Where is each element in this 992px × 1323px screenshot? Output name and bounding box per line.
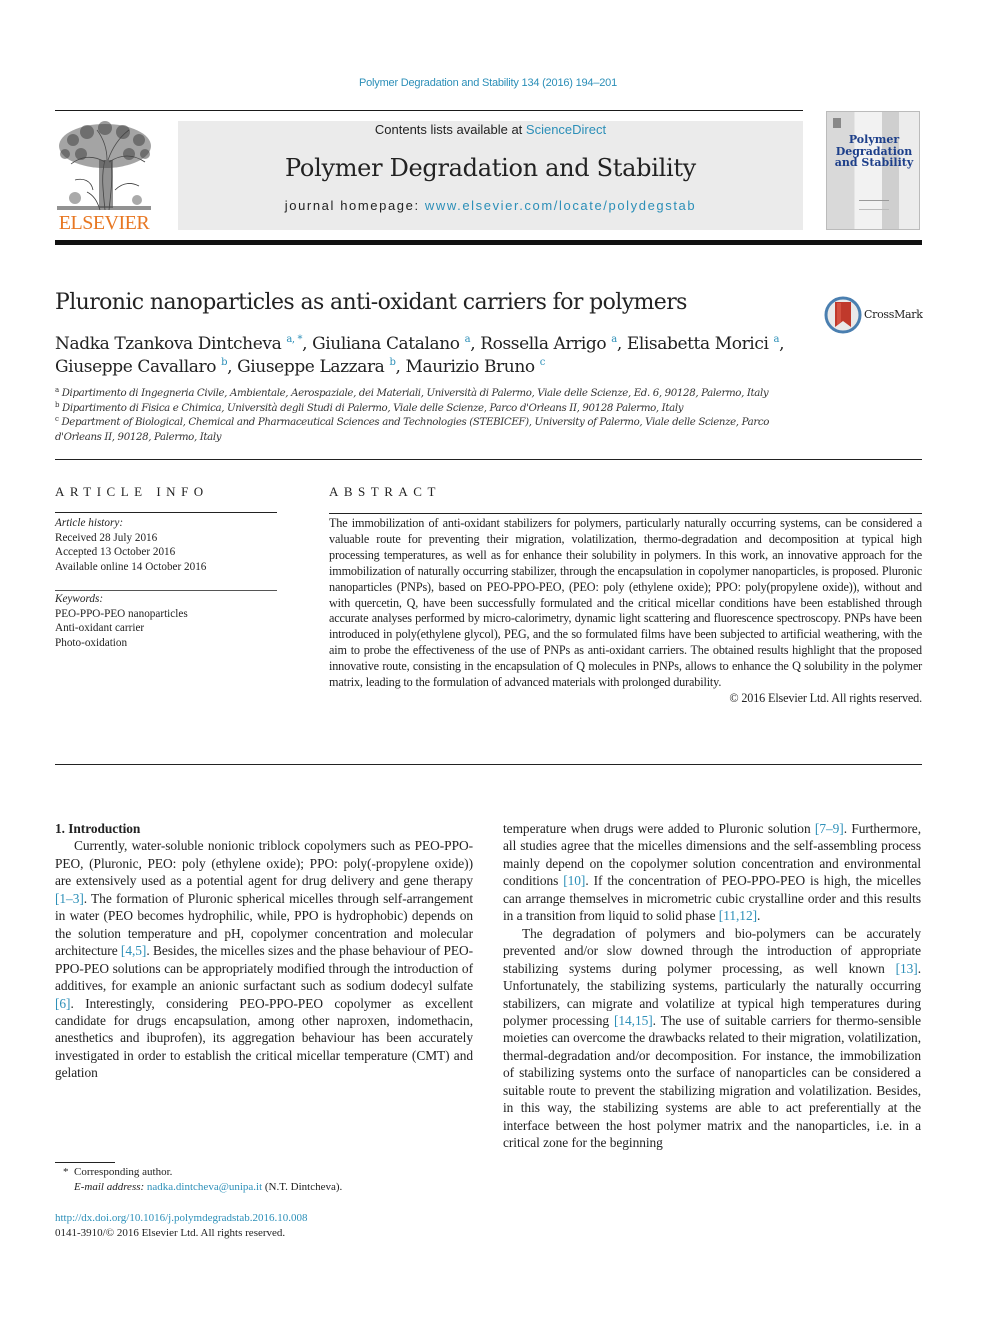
author[interactable]: Giuseppe Cavallaro b <box>55 357 227 377</box>
doi-link[interactable]: http://dx.doi.org/10.1016/j.polymdegrads… <box>55 1212 307 1224</box>
journal-homepage-link[interactable]: www.elsevier.com/locate/polydegstab <box>425 198 696 213</box>
article-info-divider <box>55 512 277 513</box>
issn-copyright: 0141-3910/© 2016 Elsevier Ltd. All right… <box>55 1227 286 1239</box>
elsevier-wordmark: ELSEVIER <box>58 212 150 234</box>
running-head[interactable]: Polymer Degradation and Stability 134 (2… <box>0 77 976 89</box>
author[interactable]: Rossella Arrigo a <box>480 334 617 354</box>
elsevier-tree-icon <box>57 121 151 211</box>
body-paragraph: Currently, water-soluble nonionic triblo… <box>55 838 474 1081</box>
footnote-star: * <box>63 1166 69 1178</box>
affiliation: b Dipartimento di Fisica e Chimica, Univ… <box>55 400 684 414</box>
abstract: The immobilization of anti-oxidant stabi… <box>329 516 922 707</box>
keywords-label: Keywords: <box>55 593 104 605</box>
keyword: Anti-oxidant carrier <box>55 622 145 635</box>
homepage-line: journal homepage: www.elsevier.com/locat… <box>178 198 803 213</box>
abstract-divider <box>329 513 922 514</box>
history-accepted: Accepted 13 October 2016 <box>55 546 176 559</box>
header-thick-rule <box>55 240 922 245</box>
corresponding-line: * Corresponding author. <box>63 1166 173 1178</box>
body-paragraph-continued: temperature when drugs were added to Plu… <box>503 821 921 924</box>
article-history: Article history: Received 28 July 2016 A… <box>55 516 280 574</box>
contents-prefix: Contents lists available at <box>374 122 526 137</box>
journal-cover-thumbnail[interactable]: Polymer Degradation and Stability <box>826 111 920 230</box>
citation-link[interactable]: [1–3] <box>55 891 84 906</box>
crossmark-label: CrossMark <box>864 308 923 321</box>
citation-link[interactable]: [6] <box>55 996 71 1011</box>
main-divider <box>55 764 922 765</box>
citation-link[interactable]: [11,12] <box>719 908 757 923</box>
article-history-label: Article history: <box>55 517 124 529</box>
header-top-rule <box>55 110 803 111</box>
contents-line: Contents lists available at ScienceDirec… <box>178 122 803 137</box>
author-list: Nadka Tzankova Dintcheva a, *, Giuliana … <box>55 334 785 377</box>
keywords-divider <box>55 590 277 591</box>
journal-title: Polymer Degradation and Stability <box>285 154 696 182</box>
citation-link[interactable]: [14,15] <box>614 1013 653 1028</box>
body-paragraph: The degradation of polymers and bio-poly… <box>503 925 922 1151</box>
abstract-heading: ABSTRACT <box>329 484 441 499</box>
crossmark-button[interactable]: CrossMark <box>824 296 924 334</box>
crossmark-icon <box>824 296 862 334</box>
affiliation-list: a Dipartimento di Ingegneria Civile, Amb… <box>55 387 815 445</box>
cover-footer <box>859 200 889 210</box>
author-affiliation-marker[interactable]: a, * <box>286 334 302 345</box>
author[interactable]: Maurizio Bruno c <box>405 357 546 377</box>
keyword: PEO-PPO-PEO nanoparticles <box>55 607 188 620</box>
affiliation-divider <box>55 459 922 460</box>
citation-link[interactable]: [7–9] <box>815 821 844 836</box>
corresponding-author-footnote: * Corresponding author. E-mail address: … <box>55 1165 485 1195</box>
cover-publisher-mark <box>833 118 841 128</box>
author-email-link[interactable]: nadka.dintcheva@unipa.it <box>147 1181 262 1193</box>
elsevier-logo[interactable]: ELSEVIER <box>53 120 155 234</box>
email-line: E-mail address: nadka.dintcheva@unipa.it… <box>74 1181 343 1193</box>
citation-link[interactable]: [4,5] <box>121 943 146 958</box>
footnote-rule <box>55 1162 115 1163</box>
body-column-left: 1. Introduction Currently, water-soluble… <box>55 820 473 1082</box>
article-info-heading: ARTICLE INFO <box>55 484 209 499</box>
abstract-text: The immobilization of anti-oxidant stabi… <box>329 516 922 690</box>
citation-link[interactable]: [10] <box>563 873 585 888</box>
author-affiliation-marker[interactable]: c <box>540 357 546 368</box>
history-received: Received 28 July 2016 <box>55 531 158 544</box>
body-column-right: temperature when drugs were added to Plu… <box>503 820 921 1152</box>
affiliation: c Department of Biological, Chemical and… <box>55 415 770 443</box>
doi-block: http://dx.doi.org/10.1016/j.polymdegrads… <box>55 1211 485 1241</box>
journal-banner: Contents lists available at ScienceDirec… <box>178 121 803 230</box>
journal-citation-link[interactable]: Polymer Degradation and Stability 134 (2… <box>359 77 617 89</box>
author[interactable]: Nadka Tzankova Dintcheva a, * <box>55 334 302 354</box>
history-online: Available online 14 October 2016 <box>55 560 207 573</box>
cover-title: Polymer Degradation and Stability <box>834 133 914 169</box>
affiliation: a Dipartimento di Ingegneria Civile, Amb… <box>55 386 769 400</box>
article-title: Pluronic nanoparticles as anti-oxidant c… <box>55 290 687 315</box>
citation-link[interactable]: [13] <box>896 961 918 976</box>
section-heading-introduction: 1. Introduction <box>55 821 141 836</box>
author[interactable]: Elisabetta Morici a <box>627 334 780 354</box>
keywords: Keywords: PEO-PPO-PEO nanoparticles Anti… <box>55 592 280 650</box>
author[interactable]: Giuseppe Lazzara b <box>237 357 396 377</box>
author[interactable]: Giuliana Catalano a <box>312 334 470 354</box>
homepage-prefix: journal homepage: <box>284 198 425 213</box>
keyword: Photo-oxidation <box>55 636 128 649</box>
abstract-copyright: © 2016 Elsevier Ltd. All rights reserved… <box>729 690 922 705</box>
sciencedirect-link[interactable]: ScienceDirect <box>526 122 606 137</box>
